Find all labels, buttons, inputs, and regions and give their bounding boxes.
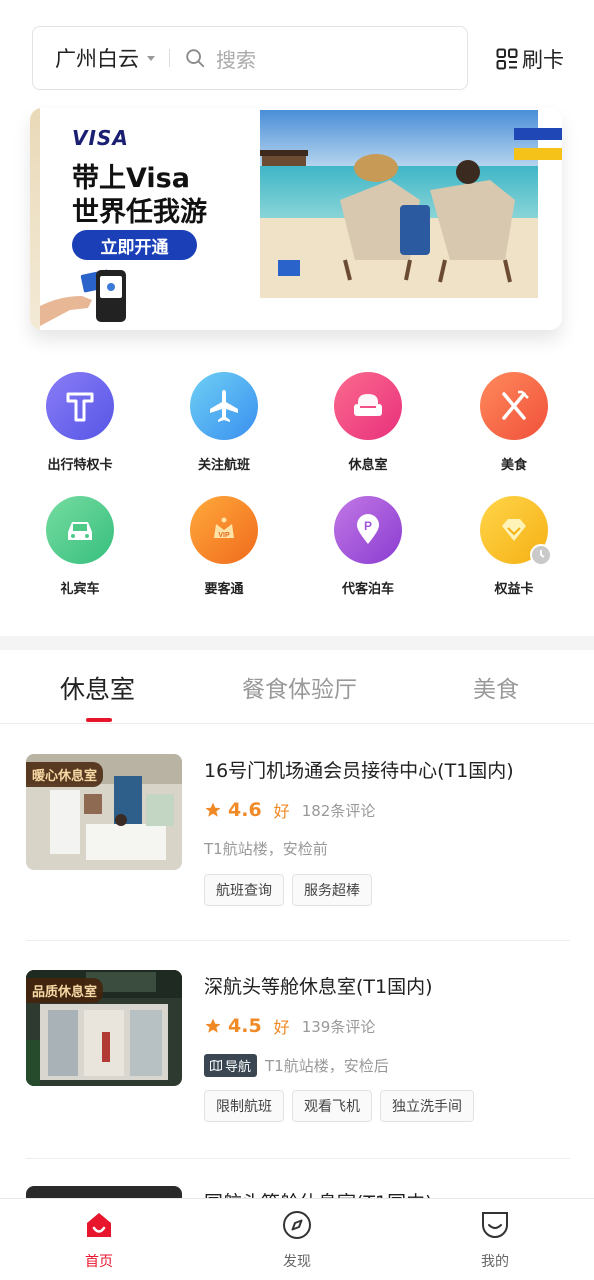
list-divider <box>26 940 570 941</box>
service-follow-flight[interactable]: 关注航班 <box>164 372 284 482</box>
service-concierge-car[interactable]: 礼宾车 <box>20 496 140 606</box>
parking-icon: P <box>334 496 402 564</box>
vip-crown-icon: VIP <box>190 496 258 564</box>
service-label: 关注航班 <box>197 458 250 473</box>
review-count[interactable]: 182条评论 <box>302 800 376 821</box>
service-travel-card[interactable]: 出行特权卡 <box>20 372 140 482</box>
card-payment-illustration <box>40 269 126 326</box>
bottom-navigation: 首页 发现 我的 <box>0 1198 594 1280</box>
service-lounge[interactable]: 休息室 <box>308 372 428 482</box>
sofa-icon <box>334 372 402 440</box>
section-divider <box>0 636 594 650</box>
top-bar: 广州白云 搜索 刷卡 <box>0 0 594 100</box>
airplane-icon <box>190 372 258 440</box>
service-label: 礼宾车 <box>60 582 100 597</box>
tab-food[interactable]: 美食 <box>473 670 519 704</box>
lounge-thumbnail: 品质休息室 <box>26 970 182 1086</box>
nav-label: 首页 <box>85 1254 113 1270</box>
swipe-card-button[interactable]: 刷卡 <box>496 44 564 74</box>
lounge-thumbnail: 暖心休息室 <box>26 754 182 870</box>
lounge-location: T1航站楼，安检前 <box>204 838 328 859</box>
smile-face-icon <box>482 1212 508 1238</box>
rating-score: 4.5 <box>228 1015 262 1037</box>
location-text: T1航站楼，安检前 <box>204 840 328 858</box>
map-icon <box>210 1060 222 1071</box>
service-label: 出行特权卡 <box>47 458 113 473</box>
nav-discover[interactable]: 发现 <box>252 1209 342 1271</box>
search-separator <box>169 49 170 67</box>
nav-profile[interactable]: 我的 <box>450 1209 540 1271</box>
feature-tag: 服务超棒 <box>292 874 372 906</box>
feature-tag: 独立洗手间 <box>380 1090 474 1122</box>
service-valet-parking[interactable]: P 代客泊车 <box>308 496 428 606</box>
rating-score: 4.6 <box>228 799 262 821</box>
nav-label: 发现 <box>283 1254 311 1270</box>
rating-grade: 好 <box>273 802 290 821</box>
service-grid: 出行特权卡 关注航班 休息室 美食 礼宾车 VIP 要客通 P 代客泊车 权益卡 <box>0 372 594 612</box>
active-tab-indicator <box>86 718 112 722</box>
visa-logo: VISA <box>72 126 129 150</box>
nav-home[interactable]: 首页 <box>54 1209 144 1271</box>
city-label: 广州白云 <box>55 47 139 71</box>
banner-headline-2: 世界任我游 <box>72 197 207 228</box>
search-box[interactable]: 广州白云 搜索 <box>32 26 468 90</box>
service-label: 美食 <box>500 458 527 473</box>
city-selector[interactable]: 广州白云 <box>55 43 155 73</box>
feature-tag: 航班查询 <box>204 874 284 906</box>
svg-text:P: P <box>364 519 372 533</box>
lounge-title: 深航头等舱休息室(T1国内) <box>204 976 433 998</box>
lounge-title: 16号门机场通会员接待中心(T1国内) <box>204 760 514 782</box>
service-label: 权益卡 <box>494 582 534 597</box>
compass-icon <box>283 1211 311 1239</box>
swipe-card-label: 刷卡 <box>522 48 564 72</box>
lounge-quality-badge: 品质休息室 <box>26 978 104 1003</box>
clock-badge-icon <box>530 544 552 566</box>
lounge-tags: 限制航班 观看飞机 独立洗手间 <box>204 1090 482 1122</box>
lounge-rating: 4.5 好 139条评论 <box>204 1014 375 1038</box>
rating-grade: 好 <box>273 1018 290 1037</box>
review-count[interactable]: 139条评论 <box>302 1016 376 1037</box>
lounge-list-item[interactable]: 暖心休息室 16号门机场通会员接待中心(T1国内) 4.6 好 182条评论 T… <box>26 754 570 914</box>
flag-decor-icon <box>514 128 562 160</box>
feature-tag: 观看飞机 <box>292 1090 372 1122</box>
service-label: 要客通 <box>204 582 244 597</box>
star-icon <box>205 802 221 817</box>
qr-scan-icon <box>496 48 518 70</box>
lounge-quality-badge: 暖心休息室 <box>26 762 104 787</box>
star-icon <box>205 1018 221 1033</box>
t-card-icon <box>46 372 114 440</box>
lounge-tags: 航班查询 服务超棒 <box>204 874 380 906</box>
service-food[interactable]: 美食 <box>454 372 574 482</box>
service-benefit-card[interactable]: 权益卡 <box>454 496 574 606</box>
beach-photo <box>260 110 538 298</box>
promo-banner[interactable]: VISA 带上Visa 世界任我游 立即开通 <box>30 108 562 330</box>
navigation-button[interactable]: 导航 <box>204 1054 258 1077</box>
lounge-location: 导航 T1航站楼，安检后 <box>204 1054 389 1077</box>
banner-cta-button[interactable]: 立即开通 <box>72 230 197 260</box>
location-text: T1航站楼，安检后 <box>265 1057 389 1075</box>
navigation-label: 导航 <box>225 1060 252 1075</box>
home-icon <box>87 1213 111 1237</box>
tab-dining-hall[interactable]: 餐食体验厅 <box>242 670 357 704</box>
app-screen: 广州白云 搜索 刷卡 VISA 带上Visa 世界任我游 立即开通 出行特权卡 … <box>0 0 594 1280</box>
nav-label: 我的 <box>481 1254 509 1270</box>
svg-text:VIP: VIP <box>218 532 230 539</box>
service-label: 休息室 <box>348 458 388 473</box>
lounge-rating: 4.6 好 182条评论 <box>204 798 375 822</box>
fork-knife-icon <box>480 372 548 440</box>
search-input[interactable]: 搜索 <box>216 44 256 73</box>
banner-edge-decor <box>30 108 40 330</box>
car-icon <box>46 496 114 564</box>
tab-lounge[interactable]: 休息室 <box>60 670 135 706</box>
category-tabs: 休息室 餐食体验厅 美食 <box>0 650 594 724</box>
service-vip[interactable]: VIP 要客通 <box>164 496 284 606</box>
feature-tag: 限制航班 <box>204 1090 284 1122</box>
service-label: 代客泊车 <box>341 582 394 597</box>
diamond-icon <box>480 496 552 566</box>
caret-down-icon <box>147 55 155 61</box>
search-icon <box>186 49 205 68</box>
list-divider <box>26 1158 570 1159</box>
lounge-list-item[interactable]: 品质休息室 深航头等舱休息室(T1国内) 4.5 好 139条评论 导航 T1航… <box>26 970 570 1130</box>
